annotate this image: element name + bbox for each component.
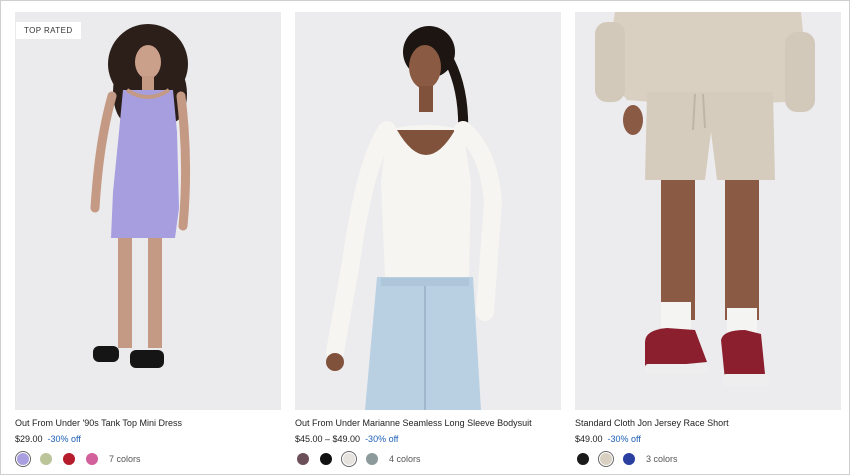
discount-label: -30% off <box>365 434 399 444</box>
product-card: Out From Under Marianne Seamless Long Sl… <box>295 12 561 468</box>
discount-label: -30% off <box>607 434 641 444</box>
color-swatch[interactable] <box>621 451 637 467</box>
product-title[interactable]: Out From Under Marianne Seamless Long Sl… <box>295 417 561 429</box>
product-grid: TOP RATED Out From Under '90s Tank Top M… <box>15 12 841 468</box>
color-swatch[interactable] <box>15 451 31 467</box>
color-swatch[interactable] <box>364 451 380 467</box>
top-rated-badge: TOP RATED <box>16 22 81 39</box>
color-swatch[interactable] <box>341 451 357 467</box>
product-card: TOP RATED Out From Under '90s Tank Top M… <box>15 12 281 468</box>
product-image-link[interactable] <box>295 12 561 410</box>
color-swatches: 4 colors <box>295 450 561 468</box>
product-price: $45.00 – $49.00 <box>295 434 361 444</box>
product-price: $29.00 <box>15 434 43 444</box>
color-swatch[interactable] <box>318 451 334 467</box>
product-title[interactable]: Standard Cloth Jon Jersey Race Short <box>575 417 841 429</box>
color-swatch[interactable] <box>295 451 311 467</box>
color-swatch[interactable] <box>84 451 100 467</box>
product-image <box>15 12 281 410</box>
price-row: $29.00 -30% off <box>15 433 281 445</box>
product-image <box>295 12 561 410</box>
product-price: $49.00 <box>575 434 603 444</box>
product-image-link[interactable]: TOP RATED <box>15 12 281 410</box>
product-image-link[interactable] <box>575 12 841 410</box>
price-row: $49.00 -30% off <box>575 433 841 445</box>
product-title[interactable]: Out From Under '90s Tank Top Mini Dress <box>15 417 281 429</box>
colors-count[interactable]: 3 colors <box>646 454 678 464</box>
colors-count[interactable]: 4 colors <box>389 454 421 464</box>
color-swatch[interactable] <box>598 451 614 467</box>
discount-label: -30% off <box>47 434 81 444</box>
color-swatch[interactable] <box>575 451 591 467</box>
product-image <box>575 12 841 410</box>
color-swatches: 7 colors <box>15 450 281 468</box>
color-swatches: 3 colors <box>575 450 841 468</box>
colors-count[interactable]: 7 colors <box>109 454 141 464</box>
price-row: $45.00 – $49.00 -30% off <box>295 433 561 445</box>
color-swatch[interactable] <box>61 451 77 467</box>
product-card: Standard Cloth Jon Jersey Race Short $49… <box>575 12 841 468</box>
color-swatch[interactable] <box>38 451 54 467</box>
